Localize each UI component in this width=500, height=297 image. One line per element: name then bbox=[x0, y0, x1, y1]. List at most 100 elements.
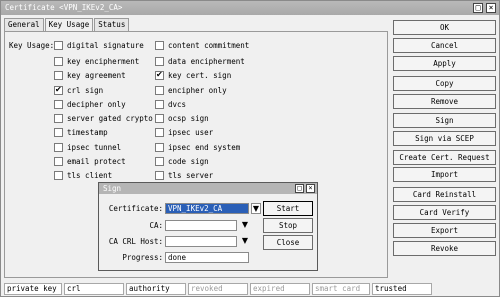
checkbox-box[interactable] bbox=[54, 142, 63, 152]
checkbox-box[interactable] bbox=[54, 56, 63, 66]
checkbox-server-gated-crypto[interactable]: server gated crypto bbox=[54, 113, 153, 123]
stop-button[interactable]: Stop bbox=[263, 218, 313, 233]
dialog-maximize-icon[interactable]: □ bbox=[295, 184, 304, 193]
remove-button[interactable]: Remove bbox=[393, 94, 496, 109]
checkbox-box[interactable] bbox=[155, 127, 164, 137]
checkbox-encipher-only[interactable]: encipher only bbox=[155, 85, 227, 95]
start-button[interactable]: Start bbox=[263, 201, 313, 216]
checkbox-label: key encipherment bbox=[67, 56, 140, 66]
status-crl: crl bbox=[64, 283, 124, 295]
checkbox-ocsp-sign[interactable]: ocsp sign bbox=[155, 113, 209, 123]
checkbox-decipher-only[interactable]: decipher only bbox=[54, 99, 126, 109]
ca-label: CA: bbox=[149, 221, 163, 230]
checkbox-label: server gated crypto bbox=[67, 113, 153, 123]
checkbox-digital-signature[interactable]: digital signature bbox=[54, 40, 144, 50]
checkbox-tls-client[interactable]: tls client bbox=[54, 170, 112, 180]
checkbox-label: key cert. sign bbox=[168, 70, 232, 80]
tab-key-usage[interactable]: Key Usage bbox=[44, 18, 94, 32]
checkbox-label: tls server bbox=[168, 170, 214, 180]
checkbox-box[interactable] bbox=[54, 70, 63, 80]
checkbox-data-encipherment[interactable]: data encipherment bbox=[155, 56, 245, 66]
copy-button[interactable]: Copy bbox=[393, 76, 496, 91]
export-button[interactable]: Export bbox=[393, 223, 496, 238]
checkbox-box[interactable] bbox=[155, 170, 164, 180]
sign-dialog-title: Sign bbox=[103, 184, 122, 193]
checkbox-box[interactable] bbox=[155, 40, 164, 50]
import-button[interactable]: Import bbox=[393, 167, 496, 182]
checkbox-dvcs[interactable]: dvcs bbox=[155, 99, 186, 109]
card-verify-button[interactable]: Card Verify bbox=[393, 205, 496, 220]
ca-dropdown-icon[interactable]: ▼ bbox=[241, 220, 249, 230]
status-private-key: private key bbox=[4, 283, 62, 295]
crl-host-dropdown-icon[interactable]: ▼ bbox=[241, 236, 249, 246]
checkbox-label: data encipherment bbox=[168, 56, 245, 66]
checkbox-label: ipsec user bbox=[168, 127, 214, 137]
dialog-close-icon[interactable]: × bbox=[306, 184, 315, 193]
checkbox-box[interactable] bbox=[54, 127, 63, 137]
checkbox-label: ocsp sign bbox=[168, 113, 209, 123]
ca-select[interactable] bbox=[165, 220, 237, 231]
checkbox-box[interactable] bbox=[155, 113, 164, 123]
crl-host-label: CA CRL Host: bbox=[108, 237, 163, 246]
tab-bar: General Key Usage Status bbox=[4, 18, 130, 32]
checkbox-crl-sign[interactable]: crl sign bbox=[54, 85, 103, 95]
checkbox-label: ipsec end system bbox=[168, 142, 241, 152]
checkbox-box[interactable] bbox=[155, 85, 164, 95]
checkbox-label: timestamp bbox=[67, 127, 108, 137]
checkbox-label: encipher only bbox=[168, 85, 227, 95]
checkbox-label: code sign bbox=[168, 156, 209, 166]
tab-general[interactable]: General bbox=[4, 18, 44, 31]
certificate-label: Certificate: bbox=[108, 204, 163, 213]
checkbox-box[interactable] bbox=[155, 70, 164, 80]
checkbox-label: key agreement bbox=[67, 70, 126, 80]
certificate-dropdown-icon[interactable]: ▼ bbox=[251, 203, 261, 214]
revoke-button[interactable]: Revoke bbox=[393, 241, 496, 256]
checkbox-content-commitment[interactable]: content commitment bbox=[155, 40, 249, 50]
checkbox-key-agreement[interactable]: key agreement bbox=[54, 70, 126, 80]
checkbox-box[interactable] bbox=[54, 170, 63, 180]
cancel-button[interactable]: Cancel bbox=[393, 38, 496, 53]
progress-label: Progress: bbox=[122, 253, 163, 262]
maximize-icon[interactable]: □ bbox=[473, 3, 483, 13]
sign-button[interactable]: Sign bbox=[393, 113, 496, 128]
checkbox-tls-server[interactable]: tls server bbox=[155, 170, 213, 180]
checkbox-email-protect[interactable]: email protect bbox=[54, 156, 126, 166]
ok-button[interactable]: OK bbox=[393, 20, 496, 35]
checkbox-label: decipher only bbox=[67, 99, 126, 109]
checkbox-label: dvcs bbox=[168, 99, 187, 109]
checkbox-box[interactable] bbox=[54, 40, 63, 50]
checkbox-ipsec-user[interactable]: ipsec user bbox=[155, 127, 213, 137]
status-smart-card: smart card bbox=[312, 283, 370, 295]
window-titlebar[interactable]: Certificate <VPN_IKEv2_CA> bbox=[1, 1, 499, 15]
checkbox-box[interactable] bbox=[155, 142, 164, 152]
checkbox-box[interactable] bbox=[54, 85, 63, 95]
crl-host-select[interactable] bbox=[165, 236, 237, 247]
close-icon[interactable]: × bbox=[486, 3, 496, 13]
tab-status[interactable]: Status bbox=[94, 18, 130, 31]
card-reinstall-button[interactable]: Card Reinstall bbox=[393, 187, 496, 202]
key-usage-label: Key Usage: bbox=[9, 41, 55, 50]
checkbox-key-cert-sign[interactable]: key cert. sign bbox=[155, 70, 231, 80]
certificate-select[interactable]: VPN_IKEv2_CA bbox=[165, 203, 249, 214]
checkbox-key-encipherment[interactable]: key encipherment bbox=[54, 56, 139, 66]
progress-field: done bbox=[165, 252, 249, 263]
checkbox-code-sign[interactable]: code sign bbox=[155, 156, 209, 166]
checkbox-box[interactable] bbox=[54, 99, 63, 109]
apply-button[interactable]: Apply bbox=[393, 56, 496, 71]
checkbox-box[interactable] bbox=[155, 99, 164, 109]
checkbox-ipsec-end-system[interactable]: ipsec end system bbox=[155, 142, 240, 152]
checkbox-label: content commitment bbox=[168, 40, 250, 50]
checkbox-ipsec-tunnel[interactable]: ipsec tunnel bbox=[54, 142, 121, 152]
checkbox-box[interactable] bbox=[54, 113, 63, 123]
checkbox-timestamp[interactable]: timestamp bbox=[54, 127, 108, 137]
status-trusted: trusted bbox=[372, 283, 432, 295]
close-button[interactable]: Close bbox=[263, 235, 313, 250]
status-authority: authority bbox=[126, 283, 186, 295]
sign-via-scep-button[interactable]: Sign via SCEP bbox=[393, 131, 496, 146]
sign-dialog-titlebar[interactable]: Sign bbox=[99, 183, 317, 194]
checkbox-box[interactable] bbox=[155, 156, 164, 166]
checkbox-label: tls client bbox=[67, 170, 113, 180]
checkbox-box[interactable] bbox=[155, 56, 164, 66]
create-cert-request-button[interactable]: Create Cert. Request bbox=[393, 150, 496, 165]
checkbox-box[interactable] bbox=[54, 156, 63, 166]
